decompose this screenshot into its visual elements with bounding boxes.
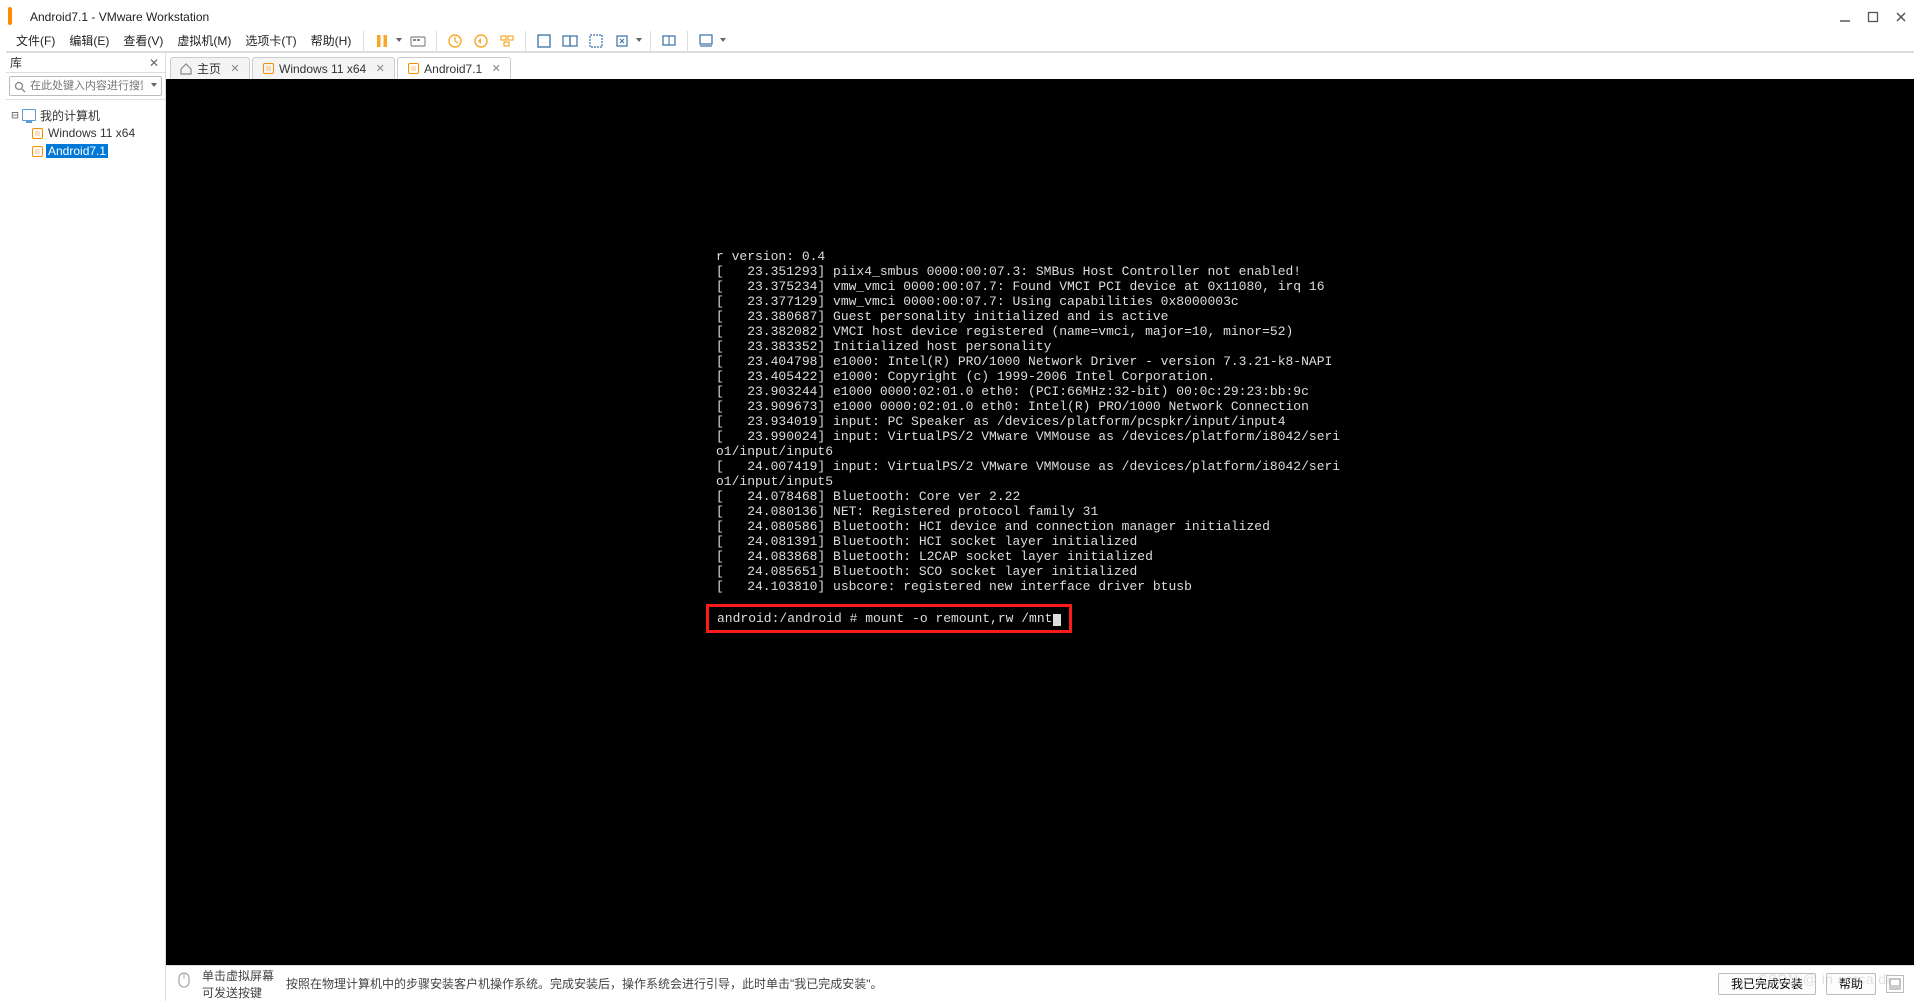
library-header: 库 (10, 54, 22, 71)
tree-item-label: Windows 11 x64 (46, 126, 137, 140)
tab-close-icon[interactable]: ✕ (229, 63, 241, 75)
snapshot-manager-button[interactable] (495, 29, 519, 53)
tree-item-android71[interactable]: Android7.1 (8, 142, 163, 160)
maximize-button[interactable] (1866, 10, 1880, 24)
home-icon (179, 62, 193, 76)
tree-item-windows11[interactable]: Windows 11 x64 (8, 124, 163, 142)
cursor-icon (1053, 614, 1061, 626)
help-button[interactable]: 帮助 (1826, 973, 1876, 995)
tree-item-label: Android7.1 (46, 144, 108, 158)
window-title: Android7.1 - VMware Workstation (30, 10, 209, 24)
tab-home[interactable]: 主页 ✕ (170, 57, 250, 79)
library-close-button[interactable]: ✕ (147, 56, 161, 70)
tab-close-icon[interactable]: ✕ (490, 63, 502, 75)
stretch-button[interactable] (610, 29, 634, 53)
app-icon (8, 9, 24, 25)
panel-toggle-icon[interactable] (1886, 975, 1904, 993)
revert-snapshot-button[interactable] (469, 29, 493, 53)
unity-button[interactable] (558, 29, 582, 53)
tab-android71[interactable]: Android7.1 ✕ (397, 57, 511, 79)
tree-root-label: 我的计算机 (38, 107, 102, 124)
close-button[interactable] (1894, 10, 1908, 24)
menu-tabs[interactable]: 选项卡(T) (239, 30, 302, 51)
vm-icon (261, 62, 275, 76)
menu-view[interactable]: 查看(V) (117, 30, 169, 51)
hint-line2: 可发送按键 (202, 984, 274, 1001)
minimize-button[interactable] (1838, 10, 1852, 24)
vm-icon (30, 126, 44, 140)
library-search-input[interactable] (9, 76, 162, 96)
command-highlight: android:/android # mount -o remount,rw /… (706, 604, 1072, 633)
tree-root-my-computer[interactable]: ⊟ 我的计算机 (8, 106, 163, 124)
done-install-button[interactable]: 我已完成安装 (1718, 973, 1816, 995)
status-bar: 单击虚拟屏幕 可发送按键 按照在物理计算机中的步骤安装客户机操作系统。完成安装后… (166, 965, 1914, 1001)
console-view-button[interactable] (584, 29, 608, 53)
library-panel: 库 ✕ ⊟ 我的计算机 Windows 11 x64 (6, 53, 166, 1001)
hint-line1: 单击虚拟屏幕 (202, 967, 274, 984)
send-ctrl-alt-del-button[interactable] (406, 29, 430, 53)
tab-windows11[interactable]: Windows 11 x64 ✕ (252, 57, 395, 79)
pause-button[interactable] (370, 29, 394, 53)
tree-collapse-icon[interactable]: ⊟ (10, 108, 20, 122)
fullscreen-button[interactable] (532, 29, 556, 53)
tab-strip: 主页 ✕ Windows 11 x64 ✕ Android7.1 ✕ (166, 53, 1914, 79)
snapshot-button[interactable] (443, 29, 467, 53)
search-icon (14, 81, 26, 93)
vm-console[interactable]: r version: 0.4 [ 23.351293] piix4_smbus … (166, 79, 1914, 965)
tab-label: 主页 (197, 60, 221, 77)
computer-icon (22, 108, 36, 122)
view-mode-button[interactable] (694, 29, 718, 53)
console-prompt: android:/android # mount -o remount,rw /… (717, 611, 1052, 626)
tab-label: Android7.1 (424, 62, 482, 76)
vm-icon (406, 62, 420, 76)
menu-file[interactable]: 文件(F) (10, 30, 61, 51)
console-output: r version: 0.4 [ 23.351293] piix4_smbus … (166, 249, 1914, 594)
mouse-hint-icon (176, 971, 194, 996)
quick-switch-button[interactable] (657, 29, 681, 53)
menu-edit[interactable]: 编辑(E) (63, 30, 115, 51)
tab-close-icon[interactable]: ✕ (374, 63, 386, 75)
search-dropdown-icon[interactable] (151, 83, 157, 87)
menu-vm[interactable]: 虚拟机(M) (171, 30, 237, 51)
vm-icon (30, 144, 44, 158)
status-message: 按照在物理计算机中的步骤安装客户机操作系统。完成安装后，操作系统会进行引导，此时… (286, 975, 883, 992)
menu-help[interactable]: 帮助(H) (305, 30, 358, 51)
tab-label: Windows 11 x64 (279, 62, 366, 76)
